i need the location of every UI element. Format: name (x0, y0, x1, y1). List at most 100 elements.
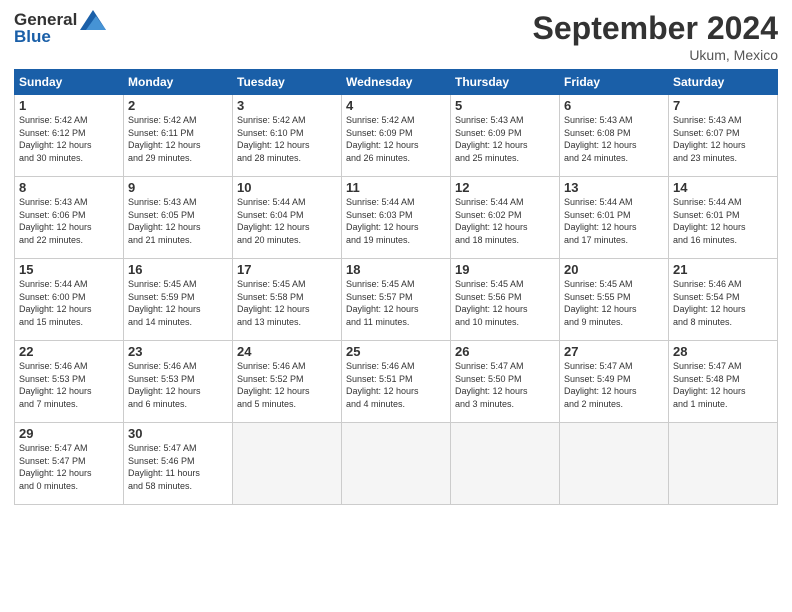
calendar-table: Sunday Monday Tuesday Wednesday Thursday… (14, 69, 778, 505)
calendar-cell: 28Sunrise: 5:47 AM Sunset: 5:48 PM Dayli… (669, 341, 778, 423)
calendar-cell (451, 423, 560, 505)
calendar-cell: 4Sunrise: 5:42 AM Sunset: 6:09 PM Daylig… (342, 95, 451, 177)
col-tuesday: Tuesday (233, 70, 342, 95)
calendar-cell: 15Sunrise: 5:44 AM Sunset: 6:00 PM Dayli… (15, 259, 124, 341)
col-friday: Friday (560, 70, 669, 95)
day-info: Sunrise: 5:43 AM Sunset: 6:08 PM Dayligh… (564, 114, 664, 164)
calendar-cell: 27Sunrise: 5:47 AM Sunset: 5:49 PM Dayli… (560, 341, 669, 423)
day-number: 2 (128, 98, 228, 113)
calendar-cell: 10Sunrise: 5:44 AM Sunset: 6:04 PM Dayli… (233, 177, 342, 259)
calendar-cell: 2Sunrise: 5:42 AM Sunset: 6:11 PM Daylig… (124, 95, 233, 177)
day-info: Sunrise: 5:44 AM Sunset: 6:02 PM Dayligh… (455, 196, 555, 246)
logo-icon (80, 10, 106, 30)
calendar-cell: 21Sunrise: 5:46 AM Sunset: 5:54 PM Dayli… (669, 259, 778, 341)
day-info: Sunrise: 5:44 AM Sunset: 6:01 PM Dayligh… (564, 196, 664, 246)
day-number: 1 (19, 98, 119, 113)
calendar-cell: 7Sunrise: 5:43 AM Sunset: 6:07 PM Daylig… (669, 95, 778, 177)
header-row: Sunday Monday Tuesday Wednesday Thursday… (15, 70, 778, 95)
day-number: 23 (128, 344, 228, 359)
calendar-cell (342, 423, 451, 505)
day-info: Sunrise: 5:46 AM Sunset: 5:51 PM Dayligh… (346, 360, 446, 410)
day-number: 12 (455, 180, 555, 195)
day-info: Sunrise: 5:42 AM Sunset: 6:11 PM Dayligh… (128, 114, 228, 164)
month-title: September 2024 (533, 10, 778, 47)
header: General Blue September 2024 Ukum, Mexico (14, 10, 778, 63)
day-info: Sunrise: 5:47 AM Sunset: 5:46 PM Dayligh… (128, 442, 228, 492)
day-info: Sunrise: 5:43 AM Sunset: 6:05 PM Dayligh… (128, 196, 228, 246)
calendar-cell: 9Sunrise: 5:43 AM Sunset: 6:05 PM Daylig… (124, 177, 233, 259)
day-number: 27 (564, 344, 664, 359)
day-number: 9 (128, 180, 228, 195)
calendar-cell: 26Sunrise: 5:47 AM Sunset: 5:50 PM Dayli… (451, 341, 560, 423)
col-monday: Monday (124, 70, 233, 95)
day-info: Sunrise: 5:42 AM Sunset: 6:09 PM Dayligh… (346, 114, 446, 164)
day-number: 17 (237, 262, 337, 277)
day-info: Sunrise: 5:46 AM Sunset: 5:53 PM Dayligh… (19, 360, 119, 410)
day-info: Sunrise: 5:42 AM Sunset: 6:12 PM Dayligh… (19, 114, 119, 164)
day-info: Sunrise: 5:47 AM Sunset: 5:49 PM Dayligh… (564, 360, 664, 410)
day-number: 14 (673, 180, 773, 195)
day-number: 16 (128, 262, 228, 277)
day-info: Sunrise: 5:45 AM Sunset: 5:58 PM Dayligh… (237, 278, 337, 328)
calendar-cell: 14Sunrise: 5:44 AM Sunset: 6:01 PM Dayli… (669, 177, 778, 259)
calendar-row: 22Sunrise: 5:46 AM Sunset: 5:53 PM Dayli… (15, 341, 778, 423)
col-sunday: Sunday (15, 70, 124, 95)
calendar-cell (560, 423, 669, 505)
day-number: 13 (564, 180, 664, 195)
calendar-cell: 24Sunrise: 5:46 AM Sunset: 5:52 PM Dayli… (233, 341, 342, 423)
calendar-cell: 16Sunrise: 5:45 AM Sunset: 5:59 PM Dayli… (124, 259, 233, 341)
calendar-cell (669, 423, 778, 505)
day-info: Sunrise: 5:46 AM Sunset: 5:52 PM Dayligh… (237, 360, 337, 410)
calendar-row: 8Sunrise: 5:43 AM Sunset: 6:06 PM Daylig… (15, 177, 778, 259)
calendar-cell: 25Sunrise: 5:46 AM Sunset: 5:51 PM Dayli… (342, 341, 451, 423)
day-number: 15 (19, 262, 119, 277)
location: Ukum, Mexico (533, 47, 778, 63)
logo: General Blue (14, 10, 106, 47)
day-info: Sunrise: 5:47 AM Sunset: 5:47 PM Dayligh… (19, 442, 119, 492)
day-number: 4 (346, 98, 446, 113)
day-info: Sunrise: 5:44 AM Sunset: 6:00 PM Dayligh… (19, 278, 119, 328)
calendar-cell: 19Sunrise: 5:45 AM Sunset: 5:56 PM Dayli… (451, 259, 560, 341)
day-info: Sunrise: 5:43 AM Sunset: 6:07 PM Dayligh… (673, 114, 773, 164)
day-number: 26 (455, 344, 555, 359)
col-thursday: Thursday (451, 70, 560, 95)
calendar-cell: 20Sunrise: 5:45 AM Sunset: 5:55 PM Dayli… (560, 259, 669, 341)
day-info: Sunrise: 5:46 AM Sunset: 5:54 PM Dayligh… (673, 278, 773, 328)
day-info: Sunrise: 5:44 AM Sunset: 6:03 PM Dayligh… (346, 196, 446, 246)
day-info: Sunrise: 5:46 AM Sunset: 5:53 PM Dayligh… (128, 360, 228, 410)
day-number: 29 (19, 426, 119, 441)
calendar-cell: 18Sunrise: 5:45 AM Sunset: 5:57 PM Dayli… (342, 259, 451, 341)
day-number: 28 (673, 344, 773, 359)
col-saturday: Saturday (669, 70, 778, 95)
logo-blue: Blue (14, 27, 106, 47)
calendar-cell: 29Sunrise: 5:47 AM Sunset: 5:47 PM Dayli… (15, 423, 124, 505)
calendar-cell: 8Sunrise: 5:43 AM Sunset: 6:06 PM Daylig… (15, 177, 124, 259)
day-number: 5 (455, 98, 555, 113)
day-number: 7 (673, 98, 773, 113)
day-number: 19 (455, 262, 555, 277)
day-number: 24 (237, 344, 337, 359)
day-number: 3 (237, 98, 337, 113)
calendar-cell: 30Sunrise: 5:47 AM Sunset: 5:46 PM Dayli… (124, 423, 233, 505)
day-number: 20 (564, 262, 664, 277)
day-number: 6 (564, 98, 664, 113)
day-number: 30 (128, 426, 228, 441)
title-block: September 2024 Ukum, Mexico (533, 10, 778, 63)
day-info: Sunrise: 5:45 AM Sunset: 5:57 PM Dayligh… (346, 278, 446, 328)
day-number: 11 (346, 180, 446, 195)
calendar-cell: 5Sunrise: 5:43 AM Sunset: 6:09 PM Daylig… (451, 95, 560, 177)
day-info: Sunrise: 5:45 AM Sunset: 5:56 PM Dayligh… (455, 278, 555, 328)
calendar-cell: 17Sunrise: 5:45 AM Sunset: 5:58 PM Dayli… (233, 259, 342, 341)
calendar-row: 29Sunrise: 5:47 AM Sunset: 5:47 PM Dayli… (15, 423, 778, 505)
calendar-row: 15Sunrise: 5:44 AM Sunset: 6:00 PM Dayli… (15, 259, 778, 341)
calendar-cell (233, 423, 342, 505)
day-info: Sunrise: 5:45 AM Sunset: 5:55 PM Dayligh… (564, 278, 664, 328)
day-info: Sunrise: 5:45 AM Sunset: 5:59 PM Dayligh… (128, 278, 228, 328)
calendar-cell: 13Sunrise: 5:44 AM Sunset: 6:01 PM Dayli… (560, 177, 669, 259)
calendar-cell: 1Sunrise: 5:42 AM Sunset: 6:12 PM Daylig… (15, 95, 124, 177)
calendar-cell: 3Sunrise: 5:42 AM Sunset: 6:10 PM Daylig… (233, 95, 342, 177)
day-info: Sunrise: 5:43 AM Sunset: 6:09 PM Dayligh… (455, 114, 555, 164)
day-number: 21 (673, 262, 773, 277)
day-info: Sunrise: 5:42 AM Sunset: 6:10 PM Dayligh… (237, 114, 337, 164)
calendar-cell: 11Sunrise: 5:44 AM Sunset: 6:03 PM Dayli… (342, 177, 451, 259)
